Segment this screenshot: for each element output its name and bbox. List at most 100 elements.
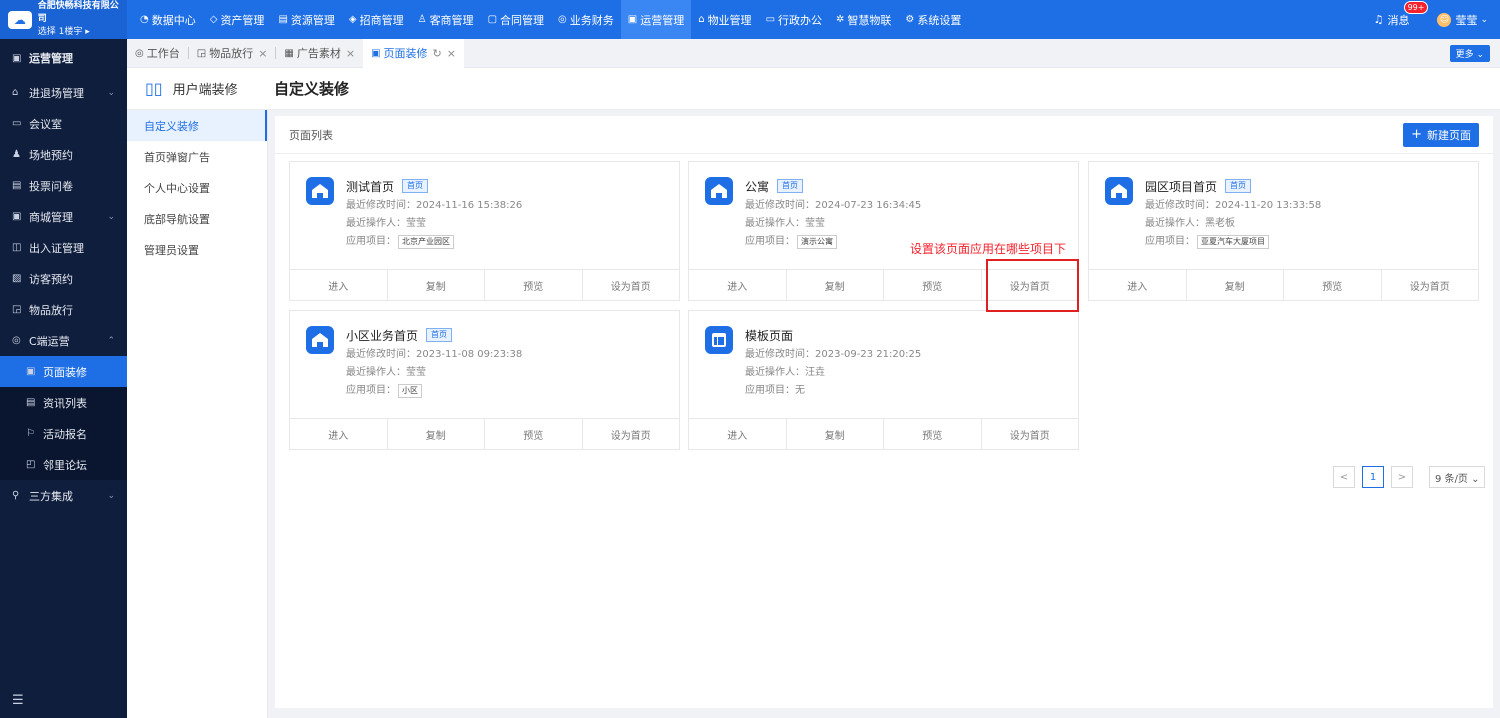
close-icon[interactable]: × [346,47,355,60]
preview-button[interactable]: 预览 [884,419,982,450]
top-nav-item[interactable]: ▤ 资源管理 [271,0,341,39]
preview-button[interactable]: 预览 [1284,270,1382,301]
project-label: 应用项目： [745,385,795,396]
pagination: < 1 > 9 条/页 ⌄ [1333,466,1486,488]
decoration-menu-item[interactable]: 自定义装修 [127,110,267,141]
module-label: 用户端装修 [172,83,238,98]
sidebar-item[interactable]: ♟ 场地预约 [0,139,127,170]
preview-button[interactable]: 预览 [485,419,583,450]
enter-button[interactable]: 进入 [290,419,388,450]
user-menu[interactable]: ☺ 莹莹 ⌄ [1437,12,1488,28]
sidebar: ▣ 运营管理 ⌂ 进退场管理 ⌄ ▭ 会议室 ♟ 场地预约 ▤ 投票问卷 ▣ 商城管理 ⌄ ◫ 出入证管理… [0,39,127,718]
page-size-select[interactable]: 9 条/页 ⌄ [1429,466,1486,488]
page-1-button[interactable]: 1 [1362,466,1384,488]
sidebar-subitem[interactable]: ▣ 页面装修 [0,356,127,387]
set-home-button[interactable]: 设为首页 [982,419,1079,450]
refresh-icon[interactable]: ↻ [433,47,442,60]
page-title: 自定义装修 [274,80,350,98]
top-nav-item[interactable]: ◎ 业务财务 [551,0,621,39]
enter-button[interactable]: 进入 [1089,270,1187,301]
home-icon [306,326,334,354]
copy-button[interactable]: 复制 [388,419,485,450]
next-page-button[interactable]: > [1391,466,1413,488]
sidebar-title: ▣ 运营管理 [0,39,127,77]
top-nav-item[interactable]: ◔ 数据中心 [133,0,203,39]
set-home-button[interactable]: 设为首页 [1382,270,1479,301]
top-nav-item[interactable]: ▭ 行政办公 [759,0,829,39]
tab[interactable]: ◎ 工作台 [127,39,188,68]
tab[interactable]: ◲ 物品放行 × [189,39,276,68]
sidebar-item-integration[interactable]: ⚲ 三方集成 ⌄ [0,480,127,511]
top-nav-item[interactable]: ◇ 资产管理 [203,0,272,39]
decoration-menu-item[interactable]: 个人中心设置 [127,172,267,203]
close-icon[interactable]: × [447,47,456,60]
chevron-icon: ⌄ [107,87,115,98]
top-nav-item[interactable]: ▣ 运营管理 [620,0,692,39]
close-icon[interactable]: × [258,47,267,60]
messages-button[interactable]: ♫ 消息 99+ [1373,0,1429,28]
brand-switcher[interactable]: ☁ 合肥快畅科技有限公司 选择 1楼宇 ▸ [0,0,127,39]
preview-button[interactable]: 预览 [884,270,982,301]
top-nav-item[interactable]: ✲ 智慧物联 [829,0,898,39]
sidebar-item-icon: ⌂ [12,87,19,98]
sidebar-subitem[interactable]: ◰ 邻里论坛 [0,449,127,480]
page-card: 园区项目首页 首页 最近修改时间： 2024-11-20 13:33:58 最近操作人：… [1088,161,1479,301]
copy-button[interactable]: 复制 [388,270,485,301]
top-nav-item[interactable]: ⚙ 系统设置 [898,0,968,39]
sidebar-item[interactable]: ▣ 商城管理 ⌄ [0,201,127,232]
sidebar-subitem[interactable]: ▤ 资讯列表 [0,387,127,418]
prev-page-button[interactable]: < [1333,466,1355,488]
content-header: ▯▯ 用户端装修 自定义装修 [127,68,1500,110]
integration-icon: ⚲ [12,490,20,501]
decoration-menu-item[interactable]: 管理员设置 [127,234,267,265]
sidebar-item[interactable]: ◲ 物品放行 [0,294,127,325]
building-selector[interactable]: 选择 1楼宇 ▸ [38,26,127,39]
sidebar-item[interactable]: ▭ 会议室 [0,108,127,139]
new-page-button[interactable]: + 新建页面 [1403,122,1479,147]
page-name: 公寓 [745,179,770,194]
home-tag-badge: 首页 [402,179,429,193]
sidebar-item[interactable]: ◎ C端运营 ⌃ [0,325,127,356]
sidebar-subitem[interactable]: ⚐ 活动报名 [0,418,127,449]
page-name: 小区业务首页 [346,328,419,343]
decoration-menu-item[interactable]: 首页弹窗广告 [127,141,267,172]
operator-name: 汪垚 [805,367,825,378]
sidebar-item[interactable]: ▤ 投票问卷 [0,170,127,201]
enter-button[interactable]: 进入 [689,270,787,301]
decoration-menu-item[interactable]: 底部导航设置 [127,203,267,234]
project-label: 应用项目： [346,385,396,396]
nav-label: 资产管理 [220,13,265,27]
set-home-button[interactable]: 设为首页 [583,270,680,301]
preview-button[interactable]: 预览 [485,270,583,301]
operator-label: 最近操作人： [346,218,406,229]
sidebar-item-label: 物品放行 [29,303,73,317]
tab[interactable]: ▣ 页面装修 ↻ × [363,38,464,68]
top-nav-item[interactable]: ▢ 合同管理 [481,0,551,39]
top-bar: ☁ 合肥快畅科技有限公司 选择 1楼宇 ▸ ◔ 数据中心 ◇ 资产管理 ▤ 资源管理 ◈ 招商… [0,0,1500,39]
sidebar-item[interactable]: ⌂ 进退场管理 ⌄ [0,77,127,108]
nav-label: 合同管理 [500,13,545,27]
copy-button[interactable]: 复制 [787,270,884,301]
decoration-icon: ▯▯ [145,79,163,98]
decoration-menu: 自定义装修 首页弹窗广告 个人中心设置 底部导航设置 管理员设置 [127,110,268,718]
messages-label: 消息 [1387,13,1410,27]
copy-button[interactable]: 复制 [787,419,884,450]
sidebar-item[interactable]: ◫ 出入证管理 [0,232,127,263]
top-nav-item[interactable]: ♙ 客商管理 [411,0,481,39]
layout-icon [705,326,733,354]
bell-icon: ♫ [1373,13,1384,26]
sidebar-item[interactable]: ▨ 访客预约 [0,263,127,294]
collapse-menu-icon[interactable]: ☰ [12,693,24,708]
tab[interactable]: ▦ 广告素材 × [276,39,363,68]
enter-button[interactable]: 进入 [689,419,787,450]
sidebar-item-icon: ▭ [12,118,22,129]
copy-button[interactable]: 复制 [1187,270,1284,301]
enter-button[interactable]: 进入 [290,270,388,301]
more-tabs-button[interactable]: 更多 ⌄ [1449,44,1490,62]
project-label: 应用项目： [745,236,795,247]
modified-time: 2023-11-08 09:23:38 [416,349,523,360]
cloud-logo-icon: ☁ [8,10,32,29]
top-nav-item[interactable]: ◈ 招商管理 [342,0,411,39]
top-nav-item[interactable]: ⌂ 物业管理 [691,0,758,39]
set-home-button[interactable]: 设为首页 [583,419,680,450]
